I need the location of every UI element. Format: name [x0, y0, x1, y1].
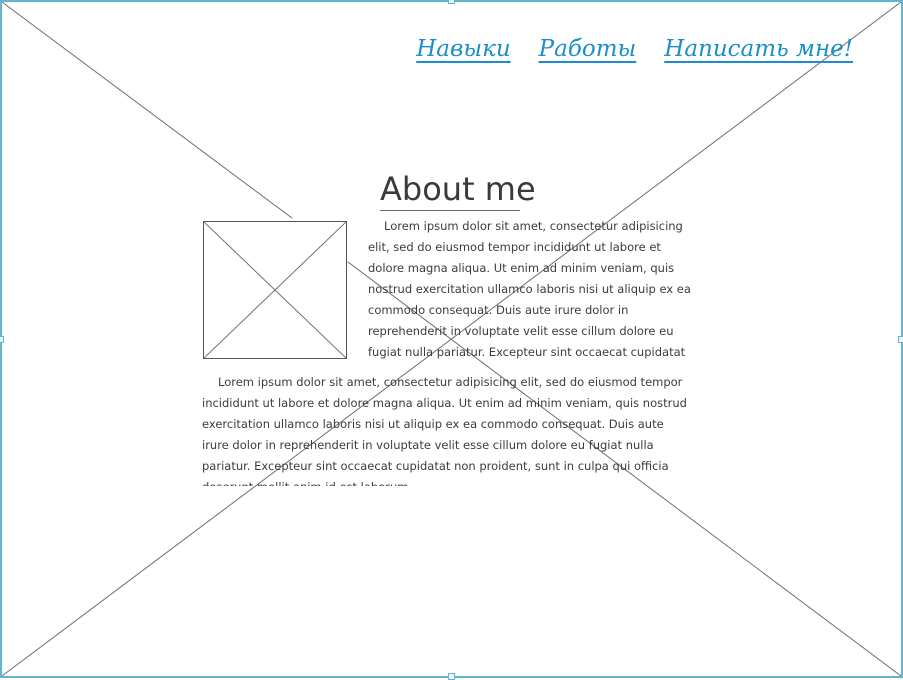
resize-handle-bottom[interactable]	[448, 673, 455, 680]
nav-link-contact[interactable]: Написать мне!	[664, 36, 853, 62]
about-title: About me	[380, 170, 536, 211]
about-paragraph-1: Lorem ipsum dolor sit amet, consectetur …	[368, 219, 691, 359]
profile-image-placeholder	[203, 221, 347, 359]
image-placeholder-icon	[204, 222, 346, 358]
resize-handle-top[interactable]	[448, 0, 455, 4]
main-nav: Навыки Работы Написать мне!	[416, 36, 853, 62]
resize-handle-left[interactable]	[0, 336, 4, 343]
nav-link-works[interactable]: Работы	[539, 36, 637, 62]
about-paragraph-2: Lorem ipsum dolor sit amet, consectetur …	[202, 375, 687, 486]
nav-link-skills[interactable]: Навыки	[416, 36, 510, 62]
resize-handle-right[interactable]	[898, 336, 903, 343]
